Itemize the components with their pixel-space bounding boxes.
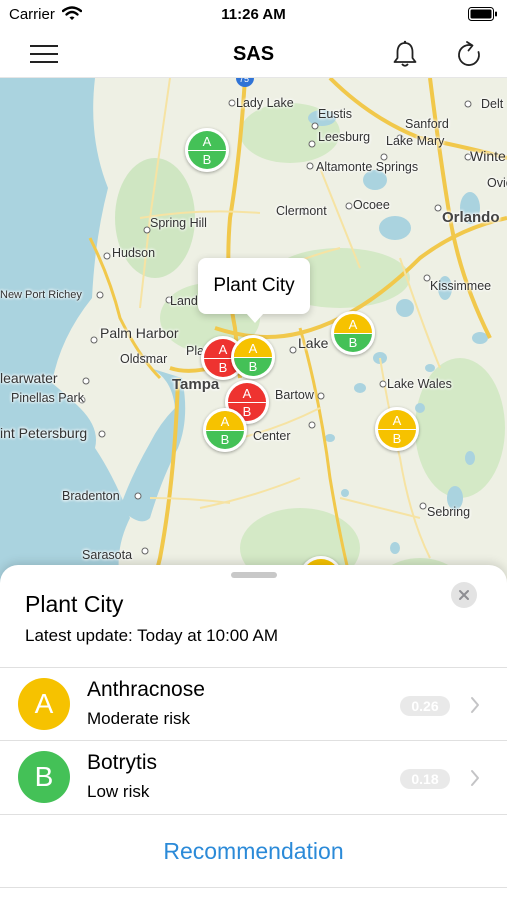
- place-label: Lady Lake: [236, 96, 294, 110]
- place-label: Bartow: [275, 388, 314, 402]
- place-label: Bradenton: [62, 489, 120, 503]
- place-label: Lake Mary: [386, 134, 445, 148]
- marker-b-half: B: [206, 430, 244, 449]
- place-label: Leesburg: [318, 130, 371, 144]
- disease-name: Anthracnose: [87, 678, 205, 701]
- place-label: Winte: [470, 148, 506, 164]
- place-label: learwater: [0, 370, 58, 386]
- sheet-grabber-handle[interactable]: [231, 572, 277, 578]
- status-time: 11:26 AM: [221, 6, 286, 23]
- chevron-right-icon: [470, 769, 480, 792]
- place-label: Hudson: [112, 246, 156, 260]
- marker-a-half: A: [234, 338, 272, 357]
- station-callout[interactable]: Plant City: [198, 258, 310, 323]
- marker-a-half: A: [378, 410, 416, 429]
- disease-row-botrytis[interactable]: B Botrytis Low risk 0.18: [0, 740, 507, 813]
- station-name: Plant City: [25, 591, 124, 617]
- place-label: Pinellas Park: [11, 391, 84, 405]
- disease-row-anthracnose[interactable]: A Anthracnose Moderate risk 0.26: [0, 667, 507, 740]
- battery-icon: [468, 7, 498, 22]
- marker-a-half: A: [188, 131, 226, 150]
- place-label: Altamonte Springs: [316, 160, 419, 174]
- place-label: Lake Wales: [387, 377, 452, 391]
- risk-value-badge: 0.18: [400, 769, 450, 789]
- station-marker[interactable]: A B: [185, 128, 229, 172]
- marker-b-half: B: [334, 333, 372, 352]
- place-label: Ovie: [487, 176, 507, 190]
- place-label: Ocoee: [353, 198, 390, 212]
- station-marker[interactable]: A B: [203, 408, 247, 452]
- place-label: Orlando: [442, 209, 500, 226]
- station-marker[interactable]: A B: [331, 311, 375, 355]
- bell-icon[interactable]: [387, 36, 423, 72]
- place-label: Delt: [481, 97, 504, 111]
- page-title: SAS: [232, 43, 275, 65]
- place-label: int Petersburg: [0, 425, 88, 441]
- disease-risk: Moderate risk: [87, 709, 190, 728]
- marker-b-half: B: [188, 150, 226, 169]
- latest-update-label: Latest update: Today at 10:00 AM: [25, 626, 278, 645]
- station-marker[interactable]: A B: [375, 407, 419, 451]
- marker-b-half: B: [234, 357, 272, 376]
- disease-letter-badge: B: [18, 751, 70, 803]
- navigation-bar: SAS: [0, 30, 507, 78]
- place-label: Sanford: [405, 117, 449, 131]
- place-label: Oldsmar: [120, 352, 168, 366]
- place-label: Spring Hill: [150, 216, 207, 230]
- station-detail-sheet: Plant City Latest update: Today at 10:00…: [0, 565, 507, 900]
- place-label: Land: [170, 294, 198, 308]
- close-icon[interactable]: [451, 582, 477, 608]
- disease-letter-badge: A: [18, 678, 70, 730]
- place-label: Tampa: [172, 376, 220, 393]
- disease-risk: Low risk: [87, 782, 150, 801]
- disease-name: Botrytis: [87, 751, 158, 774]
- place-label: Palm Harbor: [100, 325, 179, 341]
- marker-b-half: B: [378, 429, 416, 448]
- place-label: Kissimmee: [430, 279, 492, 293]
- place-label: Eustis: [318, 107, 353, 121]
- marker-a-half: A: [334, 314, 372, 333]
- chevron-right-icon: [470, 696, 480, 719]
- highway-shield-icon: 75: [239, 78, 250, 84]
- place-label: Sebring: [427, 505, 471, 519]
- refresh-icon[interactable]: [451, 36, 487, 72]
- marker-a-half: A: [228, 383, 266, 402]
- status-bar: Carrier 11:26 AM: [0, 0, 507, 30]
- callout-label: Plant City: [213, 275, 295, 296]
- place-label: Lake: [298, 335, 329, 351]
- place-label: Sarasota: [82, 548, 133, 562]
- marker-a-half: A: [206, 411, 244, 430]
- recommendation-button[interactable]: Recommendation: [0, 814, 507, 888]
- station-marker-selected[interactable]: A B: [231, 335, 275, 379]
- risk-value-badge: 0.26: [400, 696, 450, 716]
- place-label: Clermont: [276, 204, 327, 218]
- place-label: Center: [253, 429, 291, 443]
- place-label: New Port Richey: [0, 289, 82, 301]
